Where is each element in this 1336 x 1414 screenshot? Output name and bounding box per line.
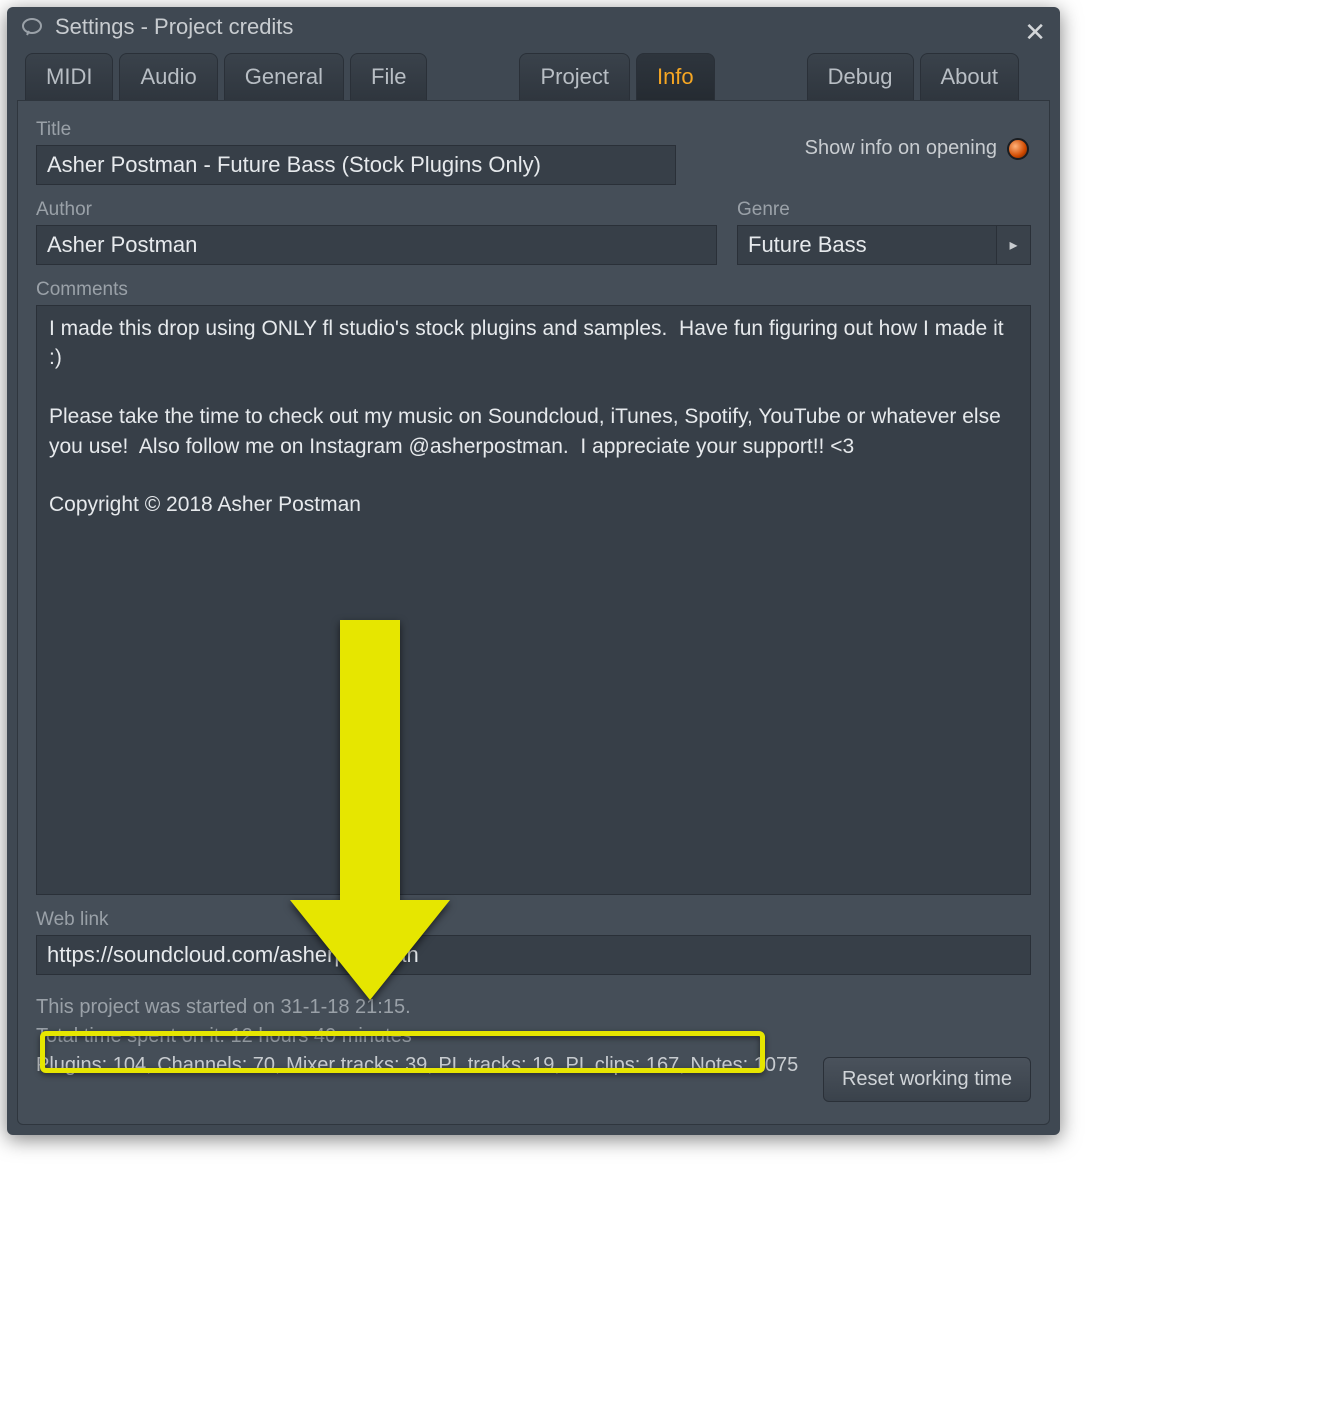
genre-label: Genre <box>737 199 1031 221</box>
show-info-label: Show info on opening <box>805 137 997 160</box>
comments-textarea[interactable]: I made this drop using ONLY fl studio's … <box>36 305 1031 895</box>
tab-debug[interactable]: Debug <box>807 53 914 100</box>
tab-bar: MIDI Audio General File Project Info Deb… <box>7 47 1060 100</box>
author-label: Author <box>36 199 717 221</box>
tab-file[interactable]: File <box>350 53 427 100</box>
content-panel: Title Show info on opening Author Genre … <box>17 100 1050 1125</box>
weblink-label: Web link <box>36 909 1031 931</box>
author-input[interactable] <box>36 225 717 265</box>
titlebar: Settings - Project credits ✕ <box>7 7 1060 47</box>
tab-midi[interactable]: MIDI <box>25 53 113 100</box>
genre-dropdown-button[interactable]: ▸ <box>997 225 1031 265</box>
project-started-text: This project was started on 31-1-18 21:1… <box>36 993 1031 1022</box>
settings-window: Settings - Project credits ✕ MIDI Audio … <box>7 7 1060 1135</box>
close-icon[interactable]: ✕ <box>1024 17 1046 48</box>
genre-input[interactable] <box>737 225 997 265</box>
comments-label: Comments <box>36 279 1031 301</box>
tab-audio[interactable]: Audio <box>119 53 217 100</box>
tab-project[interactable]: Project <box>519 53 629 100</box>
show-info-toggle[interactable]: Show info on opening <box>805 137 1029 160</box>
reset-working-time-button[interactable]: Reset working time <box>823 1057 1031 1102</box>
chevron-right-icon: ▸ <box>1009 235 1017 255</box>
tab-about[interactable]: About <box>920 53 1020 100</box>
time-spent-text: Total time spent on it: 12 hours 40 minu… <box>36 1022 1031 1051</box>
led-icon[interactable] <box>1007 138 1029 160</box>
window-title: Settings - Project credits <box>55 14 293 40</box>
tab-general[interactable]: General <box>224 53 344 100</box>
title-input[interactable] <box>36 145 676 185</box>
chat-icon <box>19 14 45 40</box>
tab-info[interactable]: Info <box>636 53 715 100</box>
weblink-input[interactable] <box>36 935 1031 975</box>
